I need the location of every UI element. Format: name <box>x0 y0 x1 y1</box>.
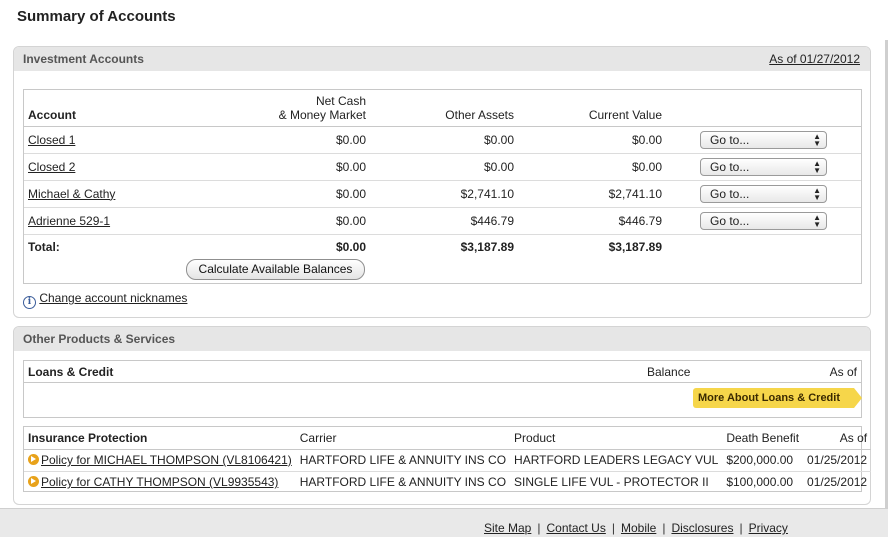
net-cash-value: $0.00 <box>224 207 370 235</box>
arrow-circle-icon <box>28 476 39 488</box>
page-title: Summary of Accounts <box>17 8 176 25</box>
policy-as-of: 01/25/2012 <box>807 475 868 490</box>
footer-separator: | <box>739 521 743 535</box>
total-net-cash: $0.00 <box>335 240 366 255</box>
col-net-cash: Net Cash & Money Market <box>224 90 370 127</box>
other-products-header: Other Products & Services <box>14 327 870 351</box>
col-account: Account <box>24 90 224 127</box>
updown-arrows-icon: ▲ ▼ <box>813 131 821 148</box>
account-row: Adrienne 529-1 $0.00 $446.79 $446.79 Go … <box>24 207 861 235</box>
goto-select[interactable]: Go to... ▲ ▼ <box>700 184 827 203</box>
current-value: $0.00 <box>518 126 666 154</box>
net-cash-value: $0.00 <box>224 126 370 154</box>
account-row: Closed 2 $0.00 $0.00 $0.00 Go to... ▲ ▼ <box>24 153 861 181</box>
policy-carrier: HARTFORD LIFE & ANNUITY INS CO <box>295 449 511 472</box>
investment-as-of-link[interactable]: As of 01/27/2012 <box>769 52 860 66</box>
footer-link-contact-us[interactable]: Contact Us <box>546 521 605 535</box>
col-net-cash-line1: Net Cash <box>315 93 366 108</box>
loans-credit-section: Loans & Credit Balance As of More About … <box>23 360 862 418</box>
col-death-benefit: Death Benefit <box>722 427 804 450</box>
calculate-balances-button[interactable]: Calculate Available Balances <box>186 259 365 280</box>
footer: Site Map | Contact Us | Mobile | Disclosures | P… <box>0 508 888 537</box>
policy-death-benefit: $100,000.00 <box>726 475 794 490</box>
goto-select[interactable]: Go to... ▲ ▼ <box>700 211 827 230</box>
total-row: Total: $0.00 $3,187.89 $3,187.89 <box>24 234 861 260</box>
footer-separator: | <box>611 521 615 535</box>
loans-header: Loans & Credit Balance As of <box>24 361 861 383</box>
loans-balance-label: Balance <box>647 365 691 379</box>
account-link[interactable]: Closed 1 <box>28 133 75 147</box>
insurance-section: Insurance Protection Carrier Product Dea… <box>23 426 872 492</box>
account-link[interactable]: Adrienne 529-1 <box>28 214 110 228</box>
other-products-panel: Other Products & Services Loans & Credit… <box>13 326 872 505</box>
col-action <box>666 90 861 127</box>
policy-as-of: 01/25/2012 <box>803 449 872 472</box>
account-row: Michael & Cathy $0.00 $2,741.10 $2,741.1… <box>24 180 861 208</box>
footer-links: Site Map | Contact Us | Mobile | Disclosures | P… <box>484 521 788 535</box>
net-cash-value: $0.00 <box>224 180 370 208</box>
col-current-value: Current Value <box>518 90 666 127</box>
net-cash-value: $0.00 <box>224 153 370 181</box>
investment-panel-header: Investment Accounts As of 01/27/2012 <box>14 47 870 71</box>
other-assets-value: $0.00 <box>370 153 518 181</box>
current-value: $0.00 <box>518 153 666 181</box>
current-value: $446.79 <box>518 207 666 235</box>
total-label: Total: <box>28 240 60 255</box>
footer-link-site-map[interactable]: Site Map <box>484 521 531 535</box>
footer-link-mobile[interactable]: Mobile <box>621 521 656 535</box>
policy-link[interactable]: Policy for MICHAEL THOMPSON (VL8106421) <box>41 453 292 467</box>
other-assets-value: $0.00 <box>370 126 518 154</box>
goto-select-label: Go to... <box>710 159 750 174</box>
other-products-title: Other Products & Services <box>23 332 176 346</box>
policy-death-benefit: $200,000.00 <box>722 449 804 472</box>
policy-row: Policy for MICHAEL THOMPSON (VL8106421) … <box>24 449 872 472</box>
goto-select-label: Go to... <box>710 213 750 228</box>
col-net-cash-line2: & Money Market <box>278 107 366 122</box>
footer-separator: | <box>537 521 541 535</box>
goto-select-label: Go to... <box>710 132 750 147</box>
loans-title: Loans & Credit <box>28 365 114 379</box>
account-row: Closed 1 $0.00 $0.00 $0.00 Go to... ▲ ▼ <box>24 126 861 154</box>
footer-link-disclosures[interactable]: Disclosures <box>671 521 733 535</box>
info-icon[interactable]: i <box>23 296 36 309</box>
account-link[interactable]: Closed 2 <box>28 160 75 174</box>
current-value: $2,741.10 <box>518 180 666 208</box>
footer-link-privacy[interactable]: Privacy <box>749 521 788 535</box>
page: Summary of Accounts Investment Accounts … <box>0 0 888 508</box>
accounts-table: Account Net Cash & Money Market Other As… <box>23 89 862 284</box>
total-current-value: $3,187.89 <box>608 240 662 255</box>
goto-select-label: Go to... <box>710 186 750 201</box>
col-other-assets: Other Assets <box>370 90 518 127</box>
loans-as-of-label: As of <box>829 365 857 379</box>
other-assets-value: $446.79 <box>370 207 518 235</box>
change-nicknames-link[interactable]: Change account nicknames <box>39 291 187 305</box>
policy-product: SINGLE LIFE VUL - PROTECTOR II <box>514 475 709 490</box>
total-other-assets: $3,187.89 <box>460 240 514 255</box>
footer-separator: | <box>662 521 666 535</box>
col-insurance-protection: Insurance Protection <box>24 427 296 450</box>
policy-carrier: HARTFORD LIFE & ANNUITY INS CO <box>299 475 507 490</box>
account-link[interactable]: Michael & Cathy <box>28 187 115 201</box>
investment-accounts-panel: Investment Accounts As of 01/27/2012 Acc… <box>13 46 871 318</box>
updown-arrows-icon: ▲ ▼ <box>813 158 821 175</box>
more-about-loans-button[interactable]: More About Loans & Credit <box>693 388 862 408</box>
col-product: Product <box>510 427 723 450</box>
updown-arrows-icon: ▲ ▼ <box>813 212 821 229</box>
col-carrier: Carrier <box>295 427 511 450</box>
col-as-of: As of <box>803 427 872 450</box>
change-nicknames: i Change account nicknames <box>23 291 187 309</box>
updown-arrows-icon: ▲ ▼ <box>813 185 821 202</box>
investment-panel-title: Investment Accounts <box>23 52 144 66</box>
policy-link[interactable]: Policy for CATHY THOMPSON (VL9935543) <box>41 475 278 489</box>
goto-select[interactable]: Go to... ▲ ▼ <box>700 130 827 149</box>
policy-product: HARTFORD LEADERS LEGACY VUL <box>510 449 723 472</box>
arrow-circle-icon <box>28 454 39 465</box>
goto-select[interactable]: Go to... ▲ ▼ <box>700 157 827 176</box>
policy-row: Policy for CATHY THOMPSON (VL9935543) HA… <box>24 471 871 493</box>
other-assets-value: $2,741.10 <box>370 180 518 208</box>
